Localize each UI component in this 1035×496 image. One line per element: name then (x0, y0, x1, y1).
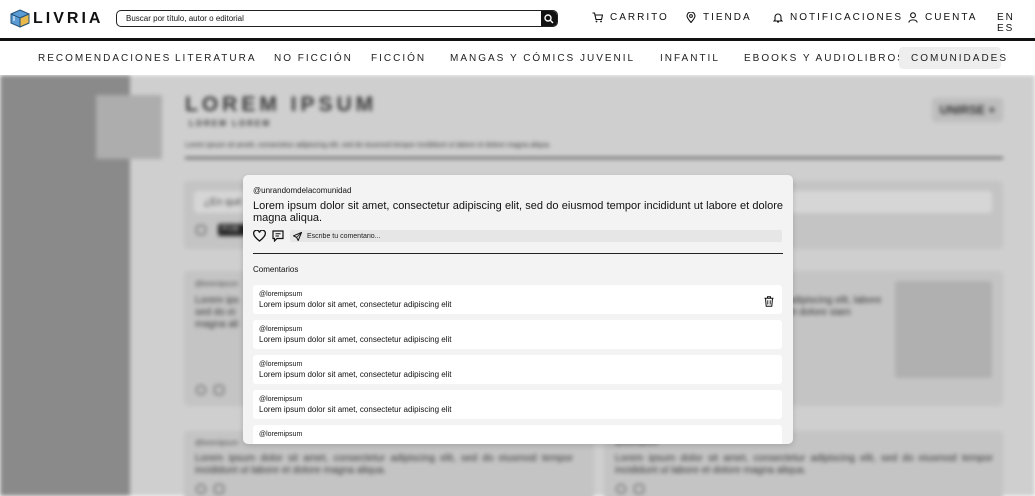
community-subtitle: LOREM LOREM (189, 119, 271, 128)
location-pin-icon (686, 12, 696, 23)
post-author[interactable]: @unrandomdelacomunidad (253, 186, 351, 195)
send-icon[interactable] (293, 231, 302, 241)
category-bar: RECOMENDACIONES LITERATURA NO FICCIÓN FI… (0, 41, 1035, 75)
post-text: Lorem ipsum dolor sit amet, consectetur … (253, 200, 783, 224)
comment-author[interactable]: @loremipsum (259, 291, 302, 298)
modal-divider (253, 253, 783, 254)
category-ebooks-audiolibros[interactable]: EBOOKS Y AUDIOLIBROS (744, 53, 906, 64)
comment-item: @loremipsum Lorem ipsum dolor sit amet, … (253, 390, 782, 419)
comment-text: Lorem ipsum dolor sit amet, consectetur … (259, 370, 452, 379)
language-switcher[interactable]: EN ES (997, 12, 1035, 34)
category-literatura[interactable]: LITERATURA (175, 53, 257, 64)
nav-cart[interactable]: CARRITO (592, 12, 669, 23)
feed-card-text: Lorem ipsum dolor sit amet, consectetur … (615, 453, 993, 476)
feed-card-text: adipiscing elit, labore et dolore siam (788, 295, 882, 318)
feed-card-text: Lorem ips sed do ei magna ali (195, 295, 239, 330)
nav-account[interactable]: CUENTA (908, 12, 977, 23)
delete-comment-button[interactable] (764, 294, 774, 312)
like-button[interactable] (253, 230, 266, 242)
comment-composer (290, 230, 782, 242)
comment-item: @loremipsum Lorem ipsum dolor sit amet, … (253, 355, 782, 384)
comment-author[interactable]: @loremipsum (259, 431, 302, 438)
join-community-button[interactable]: UNIRSE + (932, 98, 1003, 122)
feed-card-image (895, 281, 992, 378)
category-ficcion[interactable]: FICCIÓN (371, 53, 426, 64)
feed-card-user: @loremipsum (195, 281, 239, 288)
like-icon[interactable] (616, 484, 626, 494)
search-button[interactable] (541, 11, 557, 26)
comment-icon[interactable] (634, 484, 644, 494)
comment-icon[interactable] (214, 385, 224, 395)
heart-icon (253, 230, 266, 242)
feed-card-user: @loremipsum (195, 440, 239, 447)
comment-icon (272, 230, 284, 242)
category-comunidades[interactable]: COMUNIDADES (899, 47, 1006, 69)
comment-button[interactable] (272, 230, 284, 242)
publish-label: PUB (222, 226, 240, 233)
nav-cart-label: CARRITO (610, 12, 669, 23)
community-cover-image (96, 95, 162, 159)
comment-icon[interactable] (214, 484, 224, 494)
comment-author[interactable]: @loremipsum (259, 396, 302, 403)
like-icon[interactable] (196, 484, 206, 494)
feed-card-text: Lorem ipsum dolor sit amet, consectetur … (195, 453, 573, 476)
brand-logo[interactable]: LIVRIA (10, 9, 103, 28)
comment-item: @loremipsum Lorem ipsum dolor sit amet, … (253, 320, 782, 349)
comment-input[interactable] (307, 232, 782, 240)
comment-text: Lorem ipsum dolor sit amet, consectetur … (259, 405, 452, 414)
category-no-ficcion[interactable]: NO FICCIÓN (274, 53, 353, 64)
brand-name: LIVRIA (33, 9, 104, 27)
top-header: LIVRIA CARRITO TIENDA NOTIFICACIONES (0, 0, 1035, 38)
category-mangas-comics[interactable]: MANGAS Y CÓMICS (450, 53, 575, 64)
search-bar (116, 10, 558, 27)
category-comunidades-label: COMUNIDADES (911, 52, 1009, 64)
like-icon[interactable] (196, 385, 206, 395)
nav-account-label: CUENTA (925, 12, 978, 23)
comment-author[interactable]: @loremipsum (259, 361, 302, 368)
search-icon (544, 13, 554, 23)
comment-text: Lorem ipsum dolor sit amet, consectetur … (259, 300, 452, 309)
comment-item: @loremipsum (253, 425, 782, 444)
community-divider (185, 157, 1003, 159)
user-icon (908, 12, 918, 23)
comment-text: Lorem ipsum dolor sit amet, consectetur … (259, 335, 452, 344)
community-title: LOREM IPSUM (185, 93, 378, 116)
nav-store[interactable]: TIENDA (686, 12, 752, 23)
post-detail-modal: @unrandomdelacomunidad Lorem ipsum dolor… (243, 175, 793, 444)
community-description: Lorem ipsum sit amett, consectetur adipi… (185, 142, 551, 149)
book-box-icon (10, 9, 30, 28)
category-recomendaciones[interactable]: RECOMENDACIONES (38, 53, 171, 64)
comment-author[interactable]: @loremipsum (259, 326, 302, 333)
category-infantil[interactable]: INFANTIL (660, 53, 720, 64)
post-actions (253, 230, 290, 242)
comments-heading: Comentarios (253, 265, 299, 274)
search-input[interactable] (117, 11, 541, 26)
cart-icon (592, 12, 603, 23)
trash-icon (764, 296, 774, 307)
image-upload-icon[interactable] (196, 225, 206, 235)
category-juvenil[interactable]: JUVENIL (580, 53, 635, 64)
nav-notifications-label: NOTIFICACIONES (790, 12, 904, 23)
language-label: EN ES (997, 12, 1015, 34)
nav-notifications[interactable]: NOTIFICACIONES (773, 12, 903, 23)
comment-item: @loremipsum Lorem ipsum dolor sit amet, … (253, 285, 782, 314)
bell-icon (773, 13, 783, 23)
nav-store-label: TIENDA (703, 12, 752, 23)
